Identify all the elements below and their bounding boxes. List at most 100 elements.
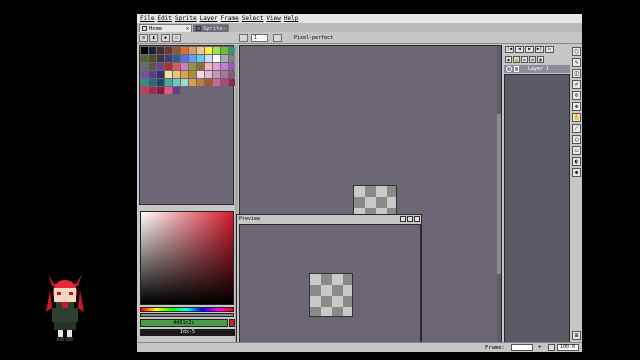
pencil-tool-icon[interactable]: ✎ (572, 58, 581, 67)
lock-icon[interactable]: 🔒 (513, 56, 520, 63)
palette-swatch[interactable] (173, 79, 180, 86)
saturation-value-picker[interactable] (140, 211, 234, 305)
palette-swatch[interactable] (181, 55, 188, 62)
palette-swatch[interactable] (149, 63, 156, 70)
palette-swatch[interactable] (181, 63, 188, 70)
palette-swatch[interactable] (141, 71, 148, 78)
palette-swatch[interactable] (213, 47, 220, 54)
palette-swatch[interactable] (213, 79, 220, 86)
last-frame-button[interactable]: ▶| (535, 46, 544, 53)
palette-swatch[interactable] (213, 71, 220, 78)
palette-swatch[interactable] (165, 63, 172, 70)
frame-input[interactable] (511, 344, 533, 351)
palette-swatch[interactable] (157, 55, 164, 62)
alpha-slider[interactable] (140, 313, 234, 317)
hand-tool-icon[interactable]: ✋ (572, 113, 581, 122)
palette-swatch[interactable] (149, 55, 156, 62)
vertical-scrollbar[interactable] (497, 46, 501, 349)
palette-swatch[interactable] (149, 87, 156, 94)
palette-swatch[interactable] (141, 55, 148, 62)
palette-swatch[interactable] (197, 71, 204, 78)
preview-close-icon[interactable] (414, 216, 420, 222)
palette-swatch[interactable] (205, 79, 212, 86)
palette-swatch[interactable] (165, 71, 172, 78)
eraser-tool-icon[interactable]: ◫ (572, 69, 581, 78)
palette-swatch[interactable] (189, 71, 196, 78)
preview-maximize-icon[interactable] (407, 216, 413, 222)
palette-swatch[interactable] (197, 79, 204, 86)
palette-options-button[interactable]: ▮ (149, 34, 158, 42)
brush-type-button[interactable] (239, 34, 248, 42)
marquee-tool-icon[interactable]: ▢ (572, 47, 581, 56)
palette-swatch[interactable] (221, 55, 228, 62)
palette-swatch[interactable] (197, 47, 204, 54)
palette-swatch[interactable] (189, 47, 196, 54)
palette-swatch[interactable] (157, 63, 164, 70)
eyedropper-tool-icon[interactable]: ✐ (572, 80, 581, 89)
menu-button[interactable]: ≡ (139, 34, 148, 42)
palette-swatch[interactable] (173, 63, 180, 70)
palette-swatch[interactable] (173, 47, 180, 54)
menu-layer[interactable]: Layer (200, 14, 218, 23)
frame-icon[interactable]: ▣ (537, 56, 544, 63)
palette-swatch[interactable] (221, 71, 228, 78)
palette-swatch[interactable] (157, 79, 164, 86)
palette-swatch[interactable] (181, 79, 188, 86)
play-button[interactable]: ▶ (525, 46, 534, 53)
palette-swatch[interactable] (141, 79, 148, 86)
palette-swatch[interactable] (189, 63, 196, 70)
prev-frame-button[interactable]: ◀ (515, 46, 524, 53)
palette-swatch[interactable] (221, 79, 228, 86)
first-frame-button[interactable]: |◀ (505, 46, 514, 53)
palette-swatch[interactable] (205, 47, 212, 54)
palette-swatch[interactable] (213, 55, 220, 62)
palette-swatch[interactable] (141, 47, 148, 54)
palette-swatch[interactable] (157, 47, 164, 54)
palette-swatch[interactable] (141, 63, 148, 70)
menu-sprite[interactable]: Sprite (175, 14, 197, 23)
move-tool-icon[interactable]: ✥ (572, 102, 581, 111)
preview-viewport[interactable] (239, 224, 421, 352)
palette-swatch[interactable] (189, 79, 196, 86)
add-frame-icon[interactable]: + (538, 344, 542, 351)
menu-file[interactable]: File (140, 14, 154, 23)
palette-swatch[interactable] (165, 55, 172, 62)
eye-icon[interactable] (506, 66, 512, 72)
palette-swatch[interactable] (221, 63, 228, 70)
brush-size-input[interactable]: 1 (251, 34, 268, 42)
tab-home[interactable]: Home × (139, 24, 192, 32)
link-icon[interactable]: ⇆ (521, 56, 528, 63)
zoom-input[interactable]: 100.0 (557, 344, 579, 351)
palette-size-button[interactable]: ▫ (172, 34, 181, 42)
visibility-icon[interactable]: ◉ (505, 56, 512, 63)
line-tool-icon[interactable]: ⟋ (572, 124, 581, 133)
palette-swatch[interactable] (181, 47, 188, 54)
palette-swatch[interactable] (197, 55, 204, 62)
timeline-frames[interactable] (504, 74, 570, 350)
palette-swatch[interactable] (173, 87, 180, 94)
palette-swatch[interactable] (165, 79, 172, 86)
palette-swatch[interactable] (213, 63, 220, 70)
zoom-icon[interactable] (548, 344, 555, 351)
ellipse-tool-icon[interactable]: ◯ (572, 135, 581, 144)
padlock-icon[interactable] (514, 66, 519, 72)
menu-edit[interactable]: Edit (157, 14, 171, 23)
menu-view[interactable]: View (266, 14, 280, 23)
palette-swatch[interactable] (205, 71, 212, 78)
menu-help[interactable]: Help (284, 14, 298, 23)
preview-play-icon[interactable] (400, 216, 406, 222)
rectangle-tool-icon[interactable]: ▭ (572, 146, 581, 155)
zoom-tool-icon[interactable]: ⊘ (572, 91, 581, 100)
palette-swatch[interactable] (189, 55, 196, 62)
palette-swatch[interactable] (205, 63, 212, 70)
palette-swatch[interactable] (181, 71, 188, 78)
settings-icon[interactable]: ⚙ (529, 56, 536, 63)
palette-swatch[interactable] (165, 47, 172, 54)
palette-swatch[interactable] (173, 71, 180, 78)
palette-swatch[interactable] (149, 47, 156, 54)
palette-swatch[interactable] (173, 55, 180, 62)
palette-swatch[interactable] (165, 87, 172, 94)
palette-swatch[interactable] (157, 87, 164, 94)
blur-tool-icon[interactable]: ◆ (572, 168, 581, 177)
layout-tool-icon[interactable]: ⊞ (572, 331, 581, 340)
